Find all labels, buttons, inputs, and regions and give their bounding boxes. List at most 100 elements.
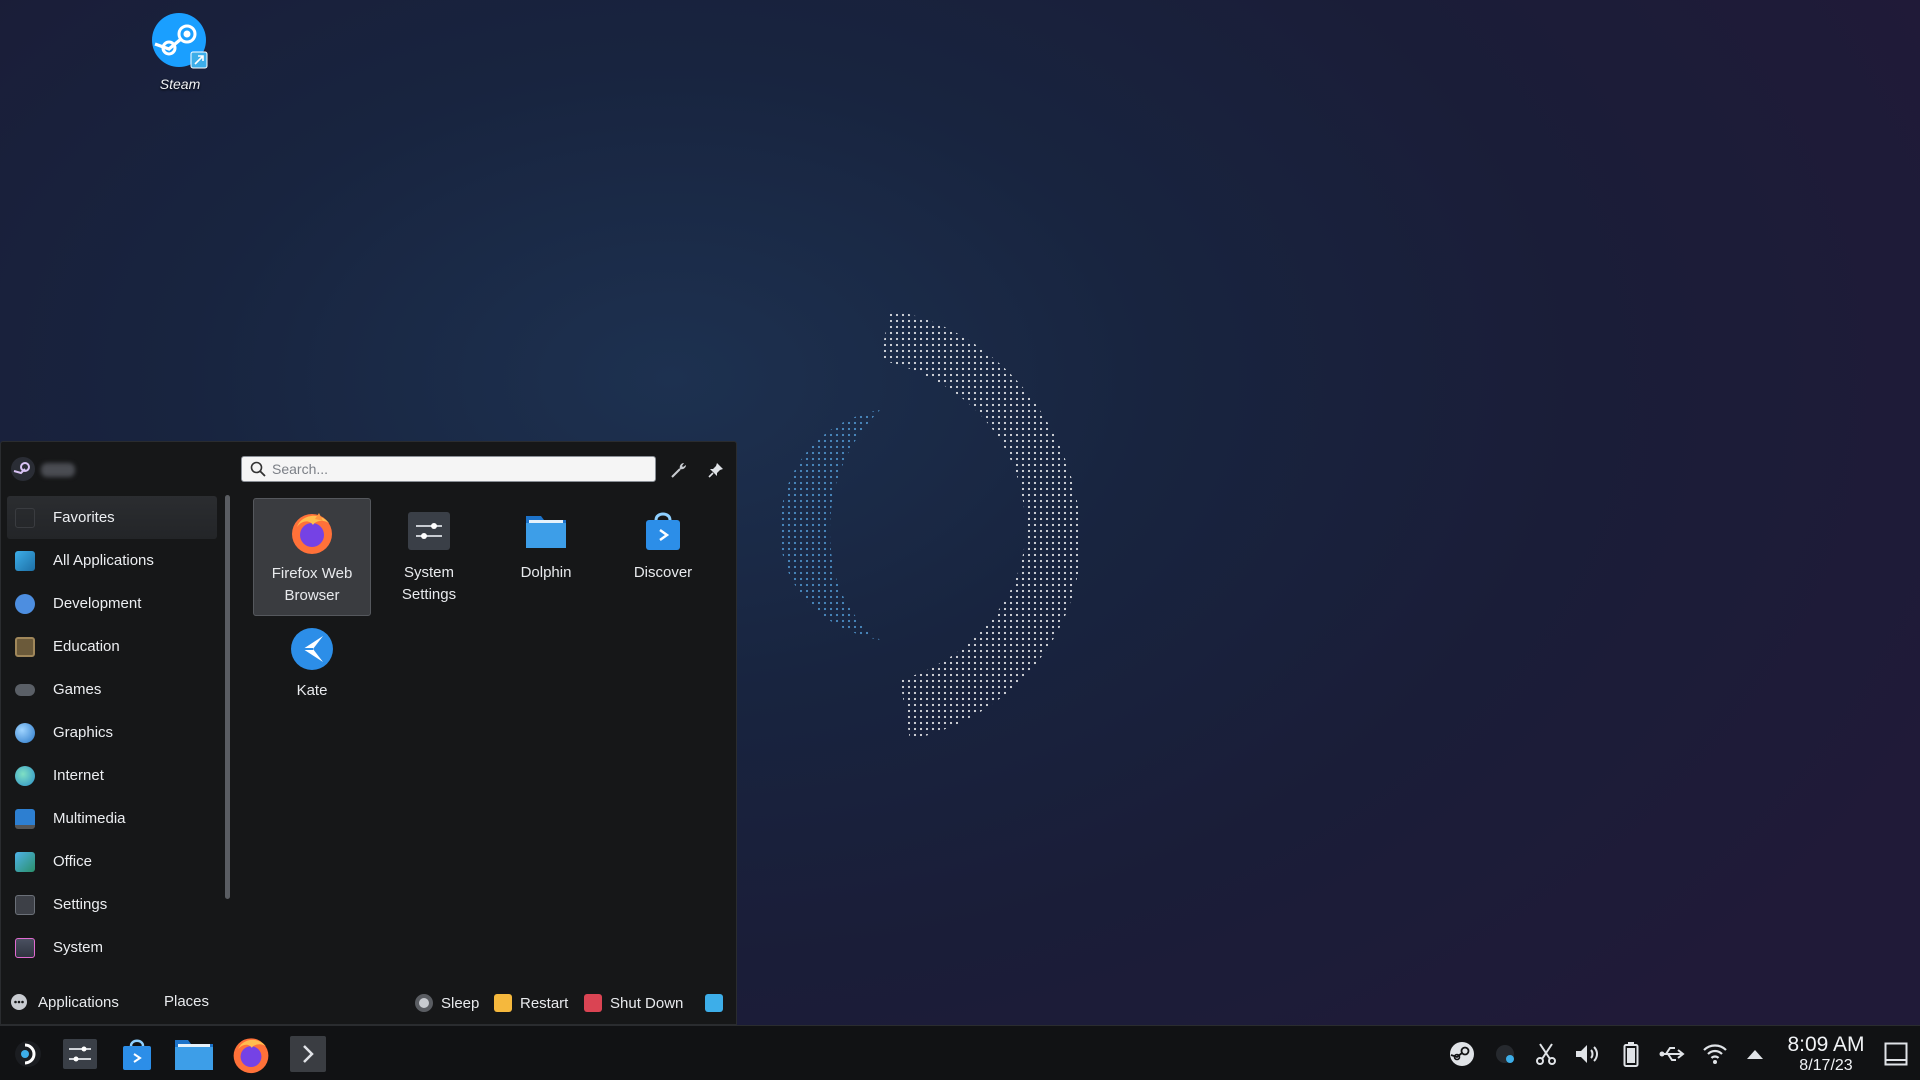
games-icon [15,683,35,696]
taskbar-discover[interactable] [115,1032,159,1076]
tray-volume[interactable] [1574,1040,1602,1068]
category-label: Development [53,595,142,612]
category-games[interactable]: Games [7,668,217,711]
settings-icon [15,894,35,915]
category-graphics[interactable]: Graphics [7,711,217,754]
category-internet[interactable]: Internet [7,754,217,797]
favorites-icon [15,507,35,528]
desktop-icon-label: Steam [159,76,201,92]
category-settings[interactable]: Settings [7,883,217,926]
taskbar-system-settings[interactable] [58,1032,102,1076]
search-field[interactable] [241,456,656,482]
steam-icon [151,12,209,70]
taskbar-firefox[interactable] [229,1032,273,1076]
launcher-header [1,442,736,494]
app-system-settings[interactable]: System Settings [370,498,488,606]
category-label: Education [53,638,120,655]
app-launcher-button[interactable] [6,1032,50,1076]
shutdown-label: Shut Down [610,994,684,1012]
clock-date: 8/17/23 [1799,1057,1853,1074]
app-discover[interactable]: Discover [604,498,722,584]
discover-icon [123,1039,151,1070]
app-firefox[interactable]: Firefox Web Browser [253,498,371,616]
graphics-icon [15,722,35,743]
multimedia-icon [15,808,35,829]
category-label: Favorites [53,509,115,526]
category-label: Multimedia [53,810,126,827]
shutdown-icon [584,994,602,1012]
tray-battery[interactable] [1617,1040,1645,1068]
tray-usb[interactable] [1658,1040,1686,1068]
category-favorites[interactable]: Favorites [7,496,217,539]
clock-time: 8:09 AM [1787,1033,1865,1056]
system-settings-icon [406,508,452,554]
restart-icon [494,994,512,1012]
steam-status-icon [1496,1045,1514,1063]
restart-button[interactable]: Restart [494,991,568,1015]
tab-applications[interactable]: Applications [10,993,119,1011]
category-label: Office [53,853,92,870]
category-education[interactable]: Education [7,625,217,668]
tray-expand[interactable] [1741,1040,1769,1068]
restart-label: Restart [520,994,569,1012]
pin-button[interactable] [702,456,730,484]
app-launcher-icon [15,1041,41,1067]
expand-tray-icon [1747,1050,1763,1059]
firefox-icon [233,1038,269,1074]
taskbar-dolphin[interactable] [172,1032,216,1076]
app-label: System Settings [401,564,457,603]
wrench-icon [671,463,686,478]
search-icon [250,461,266,477]
development-icon [15,593,35,614]
tab-places[interactable]: Places [164,993,209,1010]
sidebar-scrollbar[interactable] [225,495,230,899]
taskbar: 8:09 AM 8/17/23 [0,1025,1920,1080]
spectacle-scissors-icon [1536,1043,1556,1065]
app-dolphin[interactable]: Dolphin [487,498,605,584]
applications-tab-icon [11,994,27,1010]
category-label: All Applications [53,552,154,569]
tray-wifi[interactable] [1701,1040,1729,1068]
sleep-button[interactable]: Sleep [415,991,479,1015]
app-label: Dolphin [520,564,572,581]
education-icon [15,636,35,657]
user-avatar[interactable] [11,457,35,481]
chevron-down-icon [705,994,723,1012]
sleep-icon [415,994,433,1012]
sleep-label: Sleep [441,994,480,1012]
launcher-footer: Applications Places Sleep Restart Shut D… [1,981,736,1025]
configure-button[interactable] [665,456,693,484]
tray-spectacle[interactable] [1532,1040,1560,1068]
digital-clock[interactable]: 8:09 AM 8/17/23 [1774,1033,1878,1075]
show-desktop-button[interactable] [1882,1040,1910,1068]
dolphin-icon [175,1040,213,1070]
internet-icon [15,765,35,786]
category-multimedia[interactable]: Multimedia [7,797,217,840]
system-settings-icon [63,1039,97,1069]
category-sidebar: Favorites All Applications Development E… [7,496,217,976]
application-launcher: Favorites All Applications Development E… [0,441,737,1025]
volume-icon [1576,1045,1598,1063]
search-input[interactable] [272,461,632,477]
category-development[interactable]: Development [7,582,217,625]
app-kate[interactable]: Kate [253,616,371,702]
app-label: Discover [633,564,693,581]
kate-icon [289,626,335,672]
desktop-icon-steam[interactable]: Steam [140,12,220,92]
category-system[interactable]: System [7,926,217,969]
tab-label: Places [164,993,210,1010]
category-label: Graphics [53,724,114,741]
category-office[interactable]: Office [7,840,217,883]
shutdown-button[interactable]: Shut Down [584,991,683,1015]
tray-steam[interactable] [1448,1040,1476,1068]
tray-steam-status[interactable] [1491,1040,1519,1068]
usb-icon [1659,1047,1685,1061]
discover-icon [640,508,686,554]
show-desktop-icon [1884,1042,1908,1066]
taskbar-konsole[interactable] [286,1032,330,1076]
category-all-applications[interactable]: All Applications [7,539,217,582]
category-label: Settings [53,896,108,913]
more-power-options-button[interactable] [705,991,723,1015]
dolphin-folder-icon [523,508,569,554]
pin-icon [708,463,723,478]
